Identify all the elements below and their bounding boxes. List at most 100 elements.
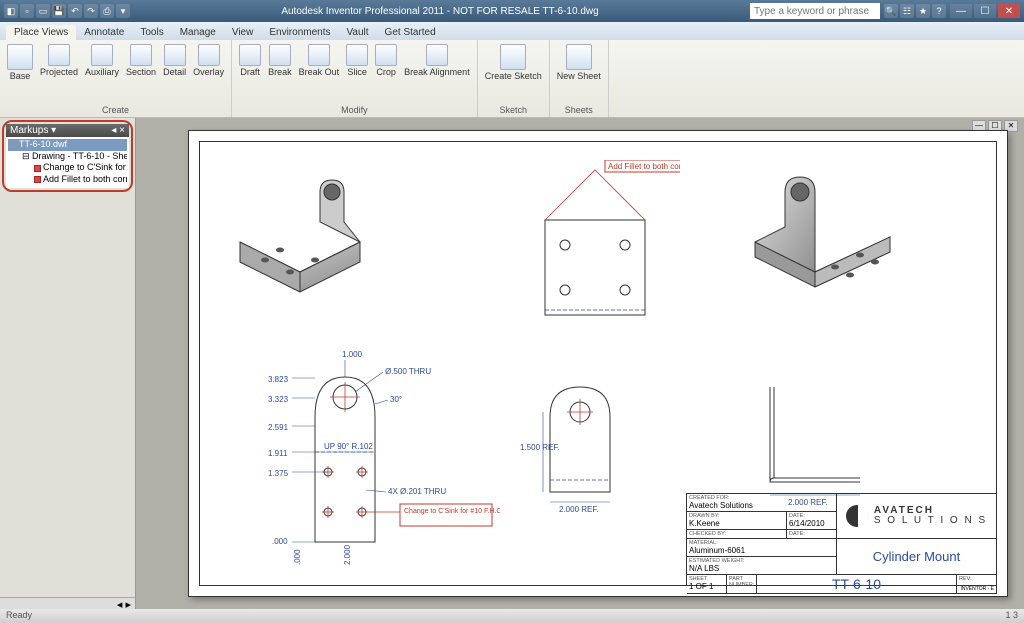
window-title: Autodesk Inventor Professional 2011 - NO… [130, 6, 750, 17]
section-button[interactable]: Section [123, 42, 159, 79]
new-sheet-button[interactable]: New Sheet [554, 42, 604, 83]
auxiliary-button[interactable]: Auxiliary [82, 42, 122, 79]
svg-text:Add Fillet to both corners: Add Fillet to both corners [608, 162, 680, 171]
group-label-sheets: Sheets [554, 104, 604, 115]
group-label-sketch: Sketch [482, 104, 545, 115]
drawing-canvas[interactable]: — ☐ ✕ [136, 118, 1024, 609]
breakout-button[interactable]: Break Out [296, 42, 343, 79]
quick-access-toolbar: ◧ ▫ ▭ 💾 ↶ ↷ ⎙ ▾ [4, 4, 130, 18]
markups-header[interactable]: Markups ▾◂ × [6, 124, 129, 137]
svg-text:.000: .000 [272, 537, 288, 546]
svg-text:3.823: 3.823 [268, 375, 289, 384]
overlay-icon [198, 44, 220, 66]
app-menu-icon[interactable]: ◧ [4, 4, 18, 18]
break-icon [269, 44, 291, 66]
svg-text:Change to C'Sink for #10 F.H.C: Change to C'Sink for #10 F.H.C.S. [404, 508, 500, 515]
break-align-icon [426, 44, 448, 66]
tab-manage[interactable]: Manage [172, 25, 224, 40]
slice-button[interactable]: Slice [343, 42, 371, 79]
favorite-icon[interactable]: ★ [916, 4, 930, 18]
new-icon[interactable]: ▫ [20, 4, 34, 18]
break-align-button[interactable]: Break Alignment [401, 42, 473, 79]
logo-icon [846, 505, 868, 527]
save-icon[interactable]: 💾 [52, 4, 66, 18]
auxiliary-icon [91, 44, 113, 66]
tab-get-started[interactable]: Get Started [377, 25, 444, 40]
svg-text:2.000: 2.000 [343, 544, 352, 565]
maximize-icon[interactable]: ☐ [974, 4, 996, 18]
section-icon [130, 44, 152, 66]
tree-row-file[interactable]: TT-6-10.dwf [8, 139, 127, 151]
projected-icon [48, 44, 70, 66]
svg-text:1.000: 1.000 [342, 350, 363, 359]
detail-icon [164, 44, 186, 66]
tab-environments[interactable]: Environments [261, 25, 338, 40]
crop-button[interactable]: Crop [372, 42, 400, 79]
ribbon-tabs: Place Views Annotate Tools Manage View E… [0, 22, 1024, 40]
tab-vault[interactable]: Vault [338, 25, 376, 40]
svg-text:1.375: 1.375 [268, 469, 289, 478]
qa-more-icon[interactable]: ▾ [116, 4, 130, 18]
ribbon-group-sheets: New Sheet Sheets [550, 40, 609, 117]
status-bar: Ready 1 3 [0, 609, 1024, 623]
draft-button[interactable]: Draft [236, 42, 264, 79]
search-input[interactable] [750, 3, 880, 19]
group-label-create: Create [4, 104, 227, 115]
svg-text:.000: .000 [293, 549, 302, 565]
base-icon [7, 44, 33, 70]
redo-icon[interactable]: ↷ [84, 4, 98, 18]
tab-annotate[interactable]: Annotate [76, 25, 132, 40]
tab-place-views[interactable]: Place Views [6, 25, 76, 40]
tree-row-sheet[interactable]: ⊟ Drawing - TT-6-10 - Sheet:1 [8, 151, 127, 163]
side-view: 1.500 REF. 2.000 REF. [515, 362, 665, 522]
ribbon-group-modify: Draft Break Break Out Slice Crop Break A… [232, 40, 478, 117]
svg-text:1.911: 1.911 [268, 449, 288, 458]
crop-icon [375, 44, 397, 66]
open-icon[interactable]: ▭ [36, 4, 50, 18]
svg-text:4X Ø.201 THRU: 4X Ø.201 THRU [388, 487, 446, 496]
front-view: UP 90° R.102 3.823 3.323 2.591 1.911 1.3… [230, 322, 500, 572]
projected-button[interactable]: Projected [37, 42, 81, 79]
minimize-icon[interactable]: — [950, 4, 972, 18]
ribbon-group-sketch: Create Sketch Sketch [478, 40, 550, 117]
tab-tools[interactable]: Tools [132, 25, 171, 40]
title-block: CREATED FOR:Avatech Solutions AVATECHS O… [686, 493, 996, 585]
overlay-button[interactable]: Overlay [190, 42, 227, 79]
draft-icon [239, 44, 261, 66]
breakout-icon [308, 44, 330, 66]
svg-text:30°: 30° [390, 395, 402, 404]
undo-icon[interactable]: ↶ [68, 4, 82, 18]
iso-view-right [740, 167, 910, 317]
status-text: Ready [6, 610, 32, 622]
browser-panel: Markups ▾◂ × TT-6-10.dwf ⊟ Drawing - TT-… [0, 118, 136, 609]
svg-text:2.591: 2.591 [268, 423, 289, 432]
svg-text:2.000 REF.: 2.000 REF. [559, 505, 599, 514]
tab-view[interactable]: View [224, 25, 262, 40]
sketch-icon [500, 44, 526, 70]
sidebar-scroll[interactable]: ◂ ▸ [0, 597, 135, 609]
tree-row-markup-2[interactable]: Add Fillet to both corners [8, 174, 127, 186]
print-icon[interactable]: ⎙ [100, 4, 114, 18]
help-icon[interactable]: ? [932, 4, 946, 18]
detail-button[interactable]: Detail [160, 42, 189, 79]
slice-icon [346, 44, 368, 66]
base-button[interactable]: Base [4, 42, 36, 83]
ribbon: Base Projected Auxiliary Section Detail … [0, 40, 1024, 118]
title-bar: ◧ ▫ ▭ 💾 ↶ ↷ ⎙ ▾ Autodesk Inventor Profes… [0, 0, 1024, 22]
group-label-modify: Modify [236, 104, 473, 115]
search-icon[interactable]: 🔍 [884, 4, 898, 18]
break-button[interactable]: Break [265, 42, 295, 79]
close-icon[interactable]: ✕ [998, 4, 1020, 18]
status-right: 1 3 [1005, 610, 1018, 622]
drawing-sheet: Add Fillet to both corners [188, 130, 1008, 597]
company-logo: AVATECHS O L U T I O N S [837, 494, 997, 539]
create-sketch-button[interactable]: Create Sketch [482, 42, 545, 83]
comm-icon[interactable]: ☷ [900, 4, 914, 18]
ribbon-group-create: Base Projected Auxiliary Section Detail … [0, 40, 232, 117]
tree-row-markup-1[interactable]: Change to C'Sink for #10 F [8, 162, 127, 174]
svg-text:UP 90° R.102: UP 90° R.102 [324, 442, 373, 451]
svg-text:Ø.500 THRU: Ø.500 THRU [385, 367, 431, 376]
markups-tree: TT-6-10.dwf ⊟ Drawing - TT-6-10 - Sheet:… [6, 137, 129, 188]
iso-view-left [220, 172, 380, 312]
sheet-icon [566, 44, 592, 70]
